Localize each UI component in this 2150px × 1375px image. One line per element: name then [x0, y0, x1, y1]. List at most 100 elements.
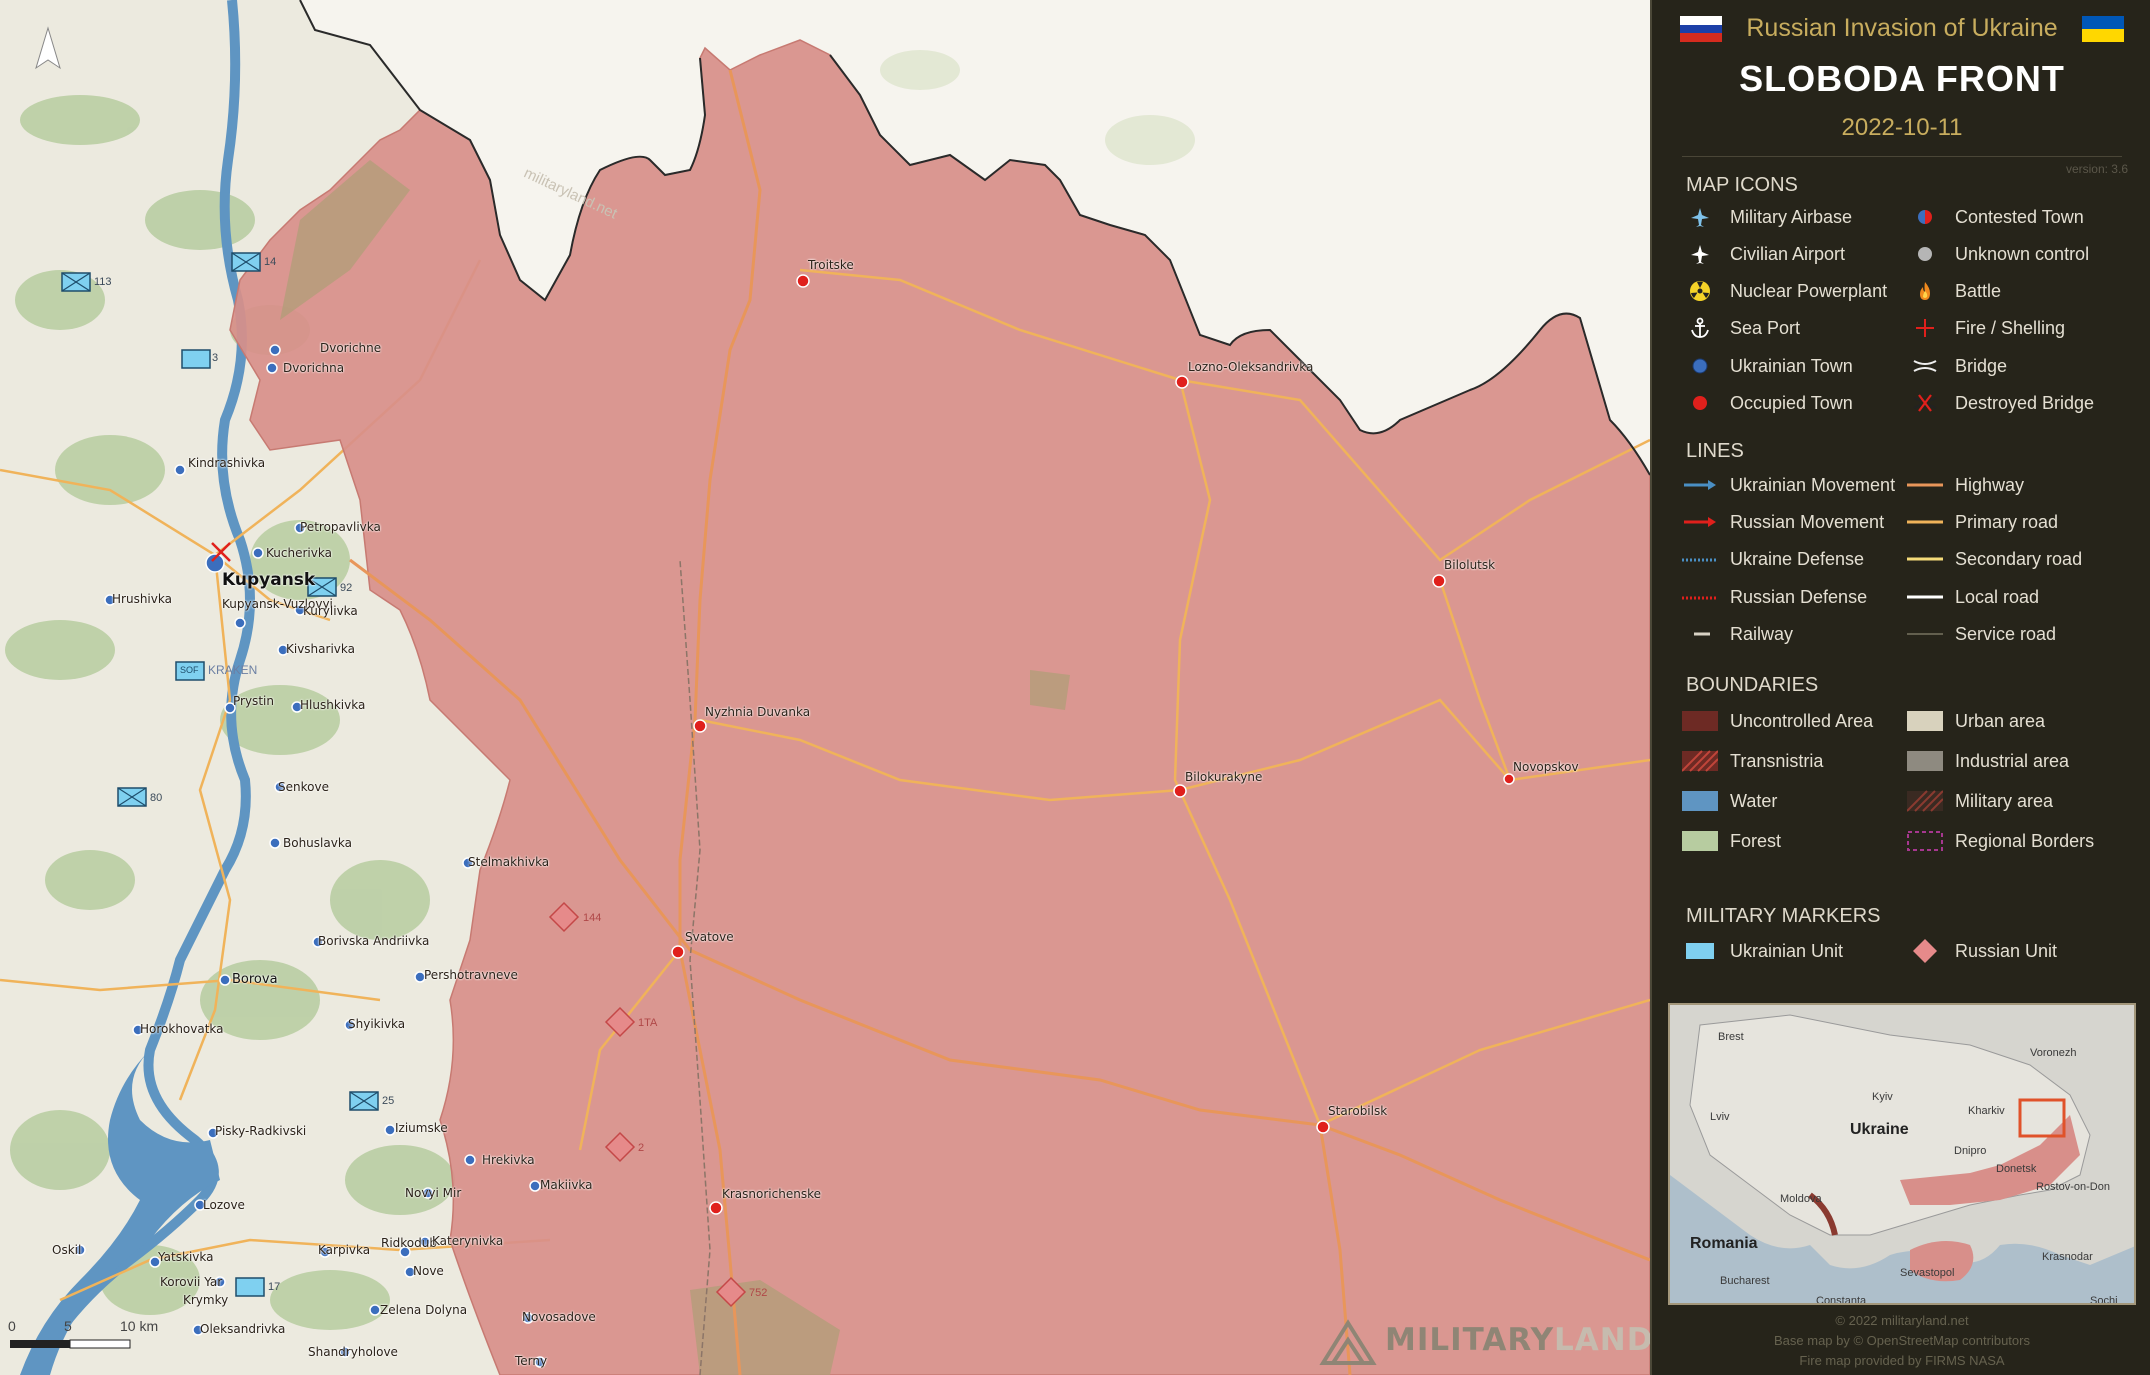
anchor-icon	[1682, 313, 1718, 343]
header-subtitle: Russian Invasion of Ukraine	[1746, 14, 2058, 42]
legend-label: Russian Unit	[1955, 940, 2058, 961]
secondary-road-icon	[1907, 544, 1943, 574]
ukr-unit-92: 92	[340, 582, 353, 594]
legend-label: Urban area	[1955, 710, 2046, 731]
town-ridkodub: Ridkodub	[381, 1236, 437, 1250]
legend-ukraine-defense: Ukraine Defense	[1682, 544, 1864, 574]
legend-highway: Highway	[1907, 470, 2024, 500]
section-boundaries: BOUNDARIES	[1686, 674, 1819, 696]
town-kindrashivka: Kindrashivka	[188, 456, 266, 470]
legend-secondary-road: Secondary road	[1907, 544, 2082, 574]
legend-contested-town: Contested Town	[1907, 202, 2084, 232]
town-shyikivka: Shyikivka	[348, 1017, 406, 1031]
section-military-markers: MILITARY MARKERS	[1686, 905, 1881, 927]
legend-label: Military area	[1955, 790, 2054, 811]
town-pershotravneve: Pershotravneve	[424, 968, 518, 982]
inset-label-krasnodar: Krasnodar	[2042, 1251, 2093, 1263]
ukrainian-unit-icon	[1682, 936, 1718, 966]
inset-label-romania: Romania	[1690, 1235, 1758, 1252]
legend-russian-movement: Russian Movement	[1682, 507, 1884, 537]
service-road-icon	[1907, 619, 1943, 649]
brand-land: LAND	[1554, 1322, 1650, 1358]
legend-label: Unknown control	[1955, 243, 2090, 264]
military-area-swatch	[1907, 786, 1943, 816]
town-kurylivka: Kurylivka	[303, 604, 358, 618]
town-prystin: Prystin	[233, 694, 274, 708]
town-petropavlivka: Petropavlivka	[300, 520, 381, 534]
town-svatove: Svatove	[685, 930, 734, 944]
town-pisky-radkivski: Pisky-Radkivski	[215, 1124, 307, 1138]
town-oskil: Oskil	[52, 1243, 82, 1257]
page-title: SLOBODA FRONT	[1739, 58, 2065, 99]
town-katerynivka: Katerynivka	[432, 1234, 504, 1248]
front-map[interactable]: Troitske Lozno-Oleksandrivka Bilolutsk N…	[0, 0, 1650, 1375]
inset-label-donetsk: Donetsk	[1996, 1163, 2037, 1175]
legend-railway: Railway	[1682, 619, 1793, 649]
town-senkove: Senkove	[278, 780, 329, 794]
footer-fire-data: Fire map provided by FIRMS NASA	[1799, 1353, 2005, 1368]
brand-military: MILITARY	[1385, 1322, 1555, 1358]
ukr-unit-3: 3	[212, 352, 219, 364]
town-novosadove: Novosadove	[522, 1310, 596, 1324]
legend-label: Civilian Airport	[1730, 243, 1846, 264]
ru-unit-2: 2	[638, 1142, 645, 1154]
scale-zero: 0	[8, 1318, 16, 1334]
legend-panel: Russian Invasion of Ukraine SLOBODA FRON…	[1650, 0, 2150, 1375]
legend-label: Occupied Town	[1730, 392, 1853, 413]
header-divider	[1682, 156, 2122, 157]
town-makiivka: Makiivka	[540, 1178, 593, 1192]
legend-label: Uncontrolled Area	[1730, 710, 1874, 731]
legend-label: Service road	[1955, 623, 2057, 644]
contested-town-icon	[1907, 202, 1943, 232]
legend-ukrainian-town: Ukrainian Town	[1682, 351, 1853, 381]
regional-borders-swatch	[1907, 826, 1943, 856]
town-dvorichne: Dvorichne	[320, 341, 382, 355]
town-krymky: Krymky	[183, 1293, 229, 1307]
ukraine-defense-icon	[1682, 544, 1718, 574]
ukrainian-town-icon	[1682, 351, 1718, 381]
town-lozno-oleksandrivka: Lozno-Oleksandrivka	[1188, 360, 1314, 374]
legend-ukrainian-unit: Ukrainian Unit	[1682, 936, 1843, 966]
flame-icon	[1907, 276, 1943, 306]
sof-label: SOF	[180, 665, 199, 675]
legend-label: Ukrainian Movement	[1730, 474, 1896, 495]
ukr-unit-25: 25	[382, 1095, 395, 1107]
town-terny: Terny	[515, 1354, 548, 1368]
inset-label-bucharest: Bucharest	[1720, 1275, 1770, 1287]
town-starobilsk: Starobilsk	[1328, 1104, 1388, 1118]
highway-icon	[1907, 470, 1943, 500]
legend-label: Water	[1730, 790, 1778, 811]
legend-label: Ukraine Defense	[1730, 548, 1865, 569]
legend-forest: Forest	[1682, 826, 1781, 856]
town-lozove: Lozove	[203, 1198, 245, 1212]
ukrainian-movement-icon	[1682, 470, 1718, 500]
legend-transnistria: Transnistria	[1682, 746, 1823, 776]
town-karpivka: Karpivka	[318, 1243, 371, 1257]
water-swatch	[1682, 786, 1718, 816]
uncontrolled-area-swatch	[1682, 706, 1718, 736]
inset-label-dnipro: Dnipro	[1954, 1145, 1987, 1157]
legend-label: Russian Defense	[1730, 586, 1868, 607]
legend-label: Forest	[1730, 830, 1782, 851]
legend-fire-shelling: Fire / Shelling	[1907, 313, 2065, 343]
town-troitske: Troitske	[808, 258, 854, 272]
russian-defense-icon	[1682, 582, 1718, 612]
legend-urban-area: Urban area	[1907, 706, 2045, 736]
ru-unit-1ta: 1TA	[638, 1017, 658, 1029]
legend-label: Fire / Shelling	[1955, 317, 2066, 338]
forest-swatch	[1682, 826, 1718, 856]
legend-label: Destroyed Bridge	[1955, 392, 2095, 413]
civilian-airport-icon	[1682, 239, 1718, 269]
overview-inset-map[interactable]: Ukraine Romania Brest Voronezh Kyiv Khar…	[1668, 1003, 2136, 1305]
town-korovii-yar: Korovii Yar	[160, 1275, 223, 1289]
legend-military-airbase: Military Airbase	[1682, 202, 1852, 232]
town-novyi-mir: Novyi Mir	[405, 1186, 462, 1200]
primary-road-icon	[1907, 507, 1943, 537]
legend-label: Transnistria	[1730, 750, 1824, 771]
inset-label-sochi: Sochi	[2090, 1295, 2118, 1305]
ukr-unit-14: 14	[264, 256, 277, 268]
brand-watermark: MILITARYLAND	[1385, 1322, 1650, 1358]
radiation-icon	[1682, 276, 1718, 306]
legend-label: Railway	[1730, 623, 1794, 644]
legend-local-road: Local road	[1907, 582, 2039, 612]
